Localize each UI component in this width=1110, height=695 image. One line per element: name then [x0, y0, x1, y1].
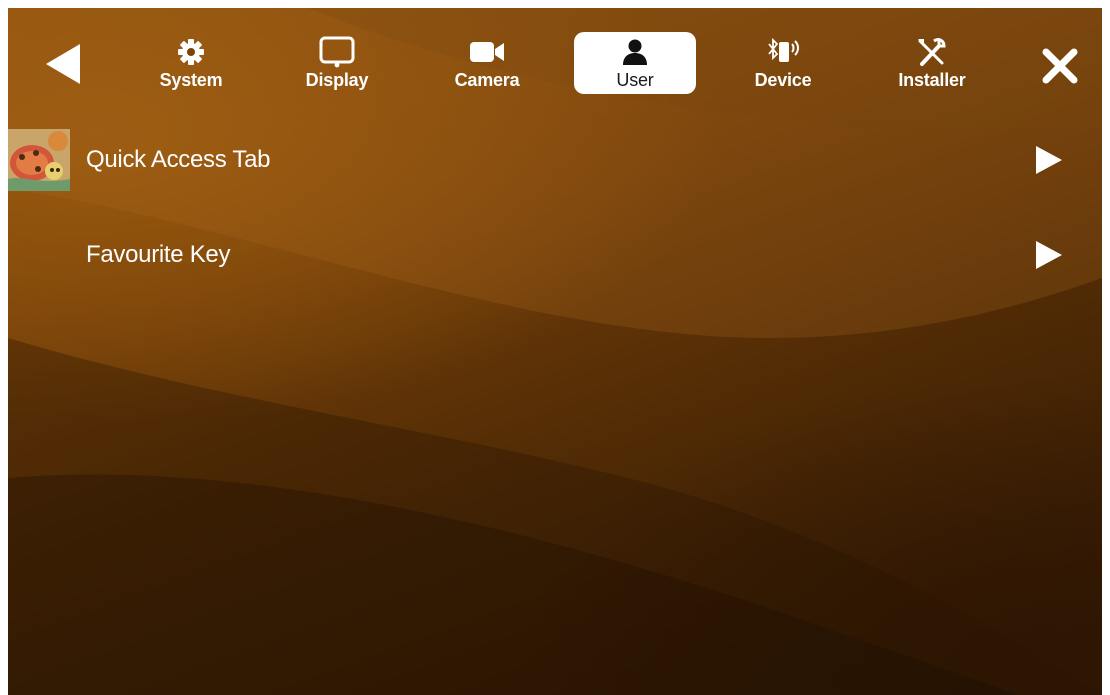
chevron-right-icon: [1036, 146, 1062, 174]
close-icon: [1042, 48, 1078, 84]
close-button[interactable]: [1038, 44, 1082, 88]
menu-item-label: Quick Access Tab: [86, 146, 271, 173]
bluetooth-device-icon: [765, 36, 801, 68]
back-button[interactable]: [44, 42, 84, 86]
list-item-quick-access-tab[interactable]: Quick Access Tab: [8, 129, 1102, 191]
settings-screen: System Display Camera User Device Instal…: [8, 8, 1102, 695]
ladybug-thumbnail: [8, 129, 70, 191]
background-wave: [8, 8, 1102, 695]
monitor-icon: [319, 36, 355, 68]
tab-user[interactable]: User: [574, 32, 696, 94]
tab-label: User: [616, 70, 654, 90]
tab-label: Display: [305, 70, 369, 90]
list-item-favourite-key[interactable]: Favourite Key: [8, 224, 1102, 286]
gear-icon: [177, 36, 205, 68]
triangle-left-icon: [46, 44, 80, 84]
tab-label: Device: [754, 70, 812, 90]
tab-system[interactable]: System: [130, 32, 252, 94]
tab-device[interactable]: Device: [722, 32, 844, 94]
menu-item-label: Favourite Key: [86, 241, 231, 268]
tab-label: Installer: [898, 70, 966, 90]
tab-label: Camera: [454, 70, 520, 90]
tools-icon: [916, 36, 948, 68]
tab-camera[interactable]: Camera: [426, 32, 548, 94]
tab-installer[interactable]: Installer: [871, 32, 993, 94]
tab-label: System: [159, 70, 223, 90]
user-icon: [620, 36, 650, 68]
chevron-right-icon: [1036, 241, 1062, 269]
top-navigation-bar: System Display Camera User Device Instal…: [8, 8, 1102, 108]
video-camera-icon: [468, 36, 506, 68]
tab-display[interactable]: Display: [276, 32, 398, 94]
